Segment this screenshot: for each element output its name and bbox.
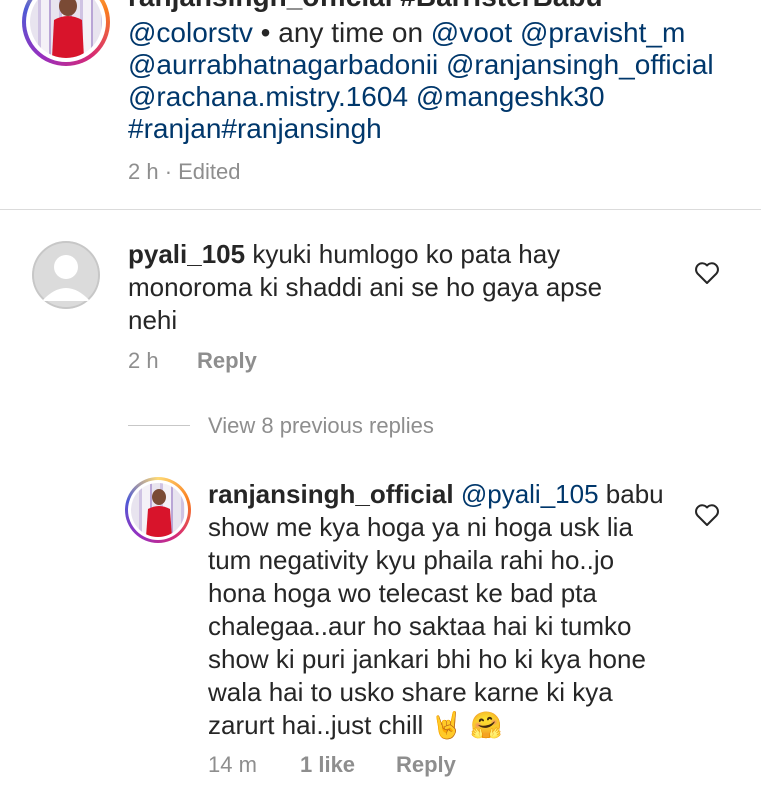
caption-author-avatar[interactable]: [22, 0, 110, 66]
caption-mention-link[interactable]: @aurrabhatnagarbadonii: [128, 49, 438, 80]
reply-mention[interactable]: @pyali_105: [461, 479, 599, 509]
reply-text: ranjansingh_official @pyali_105 babu sho…: [208, 479, 664, 740]
rock-hand-emoji: 🤘: [430, 710, 463, 740]
reply-text-line: hona hoga wo telecast ke bad pta: [208, 578, 597, 608]
heart-outline-icon[interactable]: [694, 503, 720, 532]
caption-mention-link[interactable]: @pravisht_m: [520, 17, 685, 48]
reply-username[interactable]: ranjansingh_official: [208, 479, 454, 509]
caption-line: @aurrabhatnagarbadonii @ranjansingh_offi…: [128, 49, 714, 81]
caption-text: [408, 81, 416, 112]
reply-text-line: chalegaa..aur ho saktaa hai ki tumko: [208, 611, 632, 641]
comment-text: pyali_105 kyuki humlogo ko pata hay mono…: [128, 239, 603, 335]
comment-username[interactable]: pyali_105: [128, 239, 245, 269]
caption-line: @colorstv • any time on @voot @pravisht_…: [128, 17, 714, 49]
caption-mention-link[interactable]: @colorstv: [128, 17, 253, 48]
reply-text-line: show me kya hoga ya ni hoga usk lia: [208, 512, 633, 542]
caption-line: @rachana.mistry.1604 @mangeshk30: [128, 81, 714, 113]
reply-time: 14 m: [208, 752, 257, 777]
reply-text-line: show ki puri jankari bhi ho ki kya hone: [208, 644, 646, 674]
reply-author-avatar[interactable]: [125, 477, 191, 543]
divider: [0, 209, 761, 210]
caption-mention-link[interactable]: @rachana.mistry.1604: [128, 81, 408, 112]
caption-mention-link[interactable]: @voot: [431, 17, 512, 48]
caption-body: @colorstv • any time on @voot @pravisht_…: [128, 17, 714, 145]
comment-reply-button[interactable]: Reply: [197, 348, 257, 374]
caption-mention-link[interactable]: #ranjan#ranjansingh: [128, 113, 382, 144]
reply-text-line: tum negativity kyu phaila rahi ho..jo: [208, 545, 615, 575]
caption-text: [438, 49, 446, 80]
caption-text: • any time on: [252, 17, 431, 48]
caption-mention-link[interactable]: @mangeshk30: [416, 81, 605, 112]
profile-photo-icon: [30, 0, 102, 58]
reply-text-line: wala hai to usko share karne ki kya: [208, 677, 613, 707]
reply-likes[interactable]: 1 like: [300, 752, 355, 778]
caption-text: [512, 17, 520, 48]
caption-line: #ranjan#ranjansingh: [128, 113, 714, 145]
caption-partial-line: ranjansingh_official #BarristerBabu: [128, 0, 603, 13]
comment-time: 2 h: [128, 348, 159, 373]
profile-photo-icon: [131, 483, 185, 537]
default-user-avatar-icon[interactable]: [32, 241, 100, 309]
reply-reply-button[interactable]: Reply: [396, 752, 456, 778]
caption-meta: 2 h · Edited: [128, 159, 241, 184]
hugging-face-emoji: 🤗: [470, 710, 503, 740]
heart-outline-icon[interactable]: [694, 261, 720, 290]
view-replies-line: [128, 425, 190, 426]
view-previous-replies-button[interactable]: View 8 previous replies: [208, 413, 434, 439]
caption-mention-link[interactable]: @ranjansingh_official: [446, 49, 714, 80]
